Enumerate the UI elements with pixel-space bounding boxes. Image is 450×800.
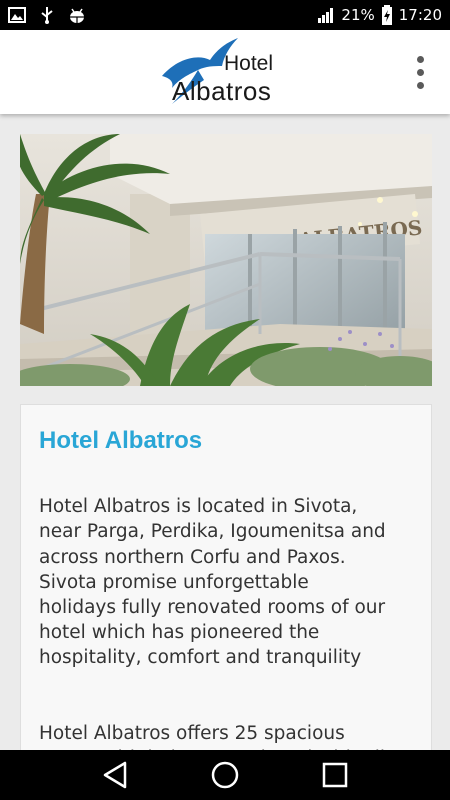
overflow-menu-button[interactable] [408, 48, 432, 96]
image-notification-icon [8, 7, 26, 23]
status-system: 21% 17:20 [317, 5, 442, 25]
signal-icon [318, 8, 334, 23]
hotel-logo[interactable]: Hotel Albatros [160, 36, 290, 108]
status-bar: 21% 17:20 [0, 0, 450, 30]
more-vertical-icon [416, 55, 424, 63]
hotel-entrance-photo: HOTEL ALBATROS [20, 134, 432, 386]
home-icon[interactable] [211, 761, 239, 789]
battery-charging-icon [381, 5, 392, 25]
android-debug-icon [70, 8, 84, 23]
usb-icon [41, 7, 53, 24]
clock: 17:20 [398, 6, 442, 24]
battery-percent: 21% [341, 6, 375, 24]
main-content[interactable]: HOTEL ALBATROS [0, 114, 450, 750]
description-paragraph: Hotel Albatros is located in Sivota, nea… [39, 496, 386, 669]
back-icon[interactable] [102, 761, 128, 789]
description-paragraph: Hotel Albatros offers 25 spacious rooms … [39, 722, 385, 750]
recents-icon[interactable] [322, 762, 348, 788]
system-navigation-bar [0, 750, 450, 800]
hotel-description-card: Hotel Albatros Hotel Albatros is located… [20, 404, 432, 750]
app-bar: Hotel Albatros [0, 30, 450, 114]
status-notifications [8, 6, 86, 24]
logo-line-albatros: Albatros [172, 76, 272, 106]
logo-line-hotel: Hotel [224, 52, 274, 75]
card-title: Hotel Albatros [39, 427, 203, 454]
card-body: Hotel Albatros is located in Sivota, nea… [39, 469, 413, 750]
